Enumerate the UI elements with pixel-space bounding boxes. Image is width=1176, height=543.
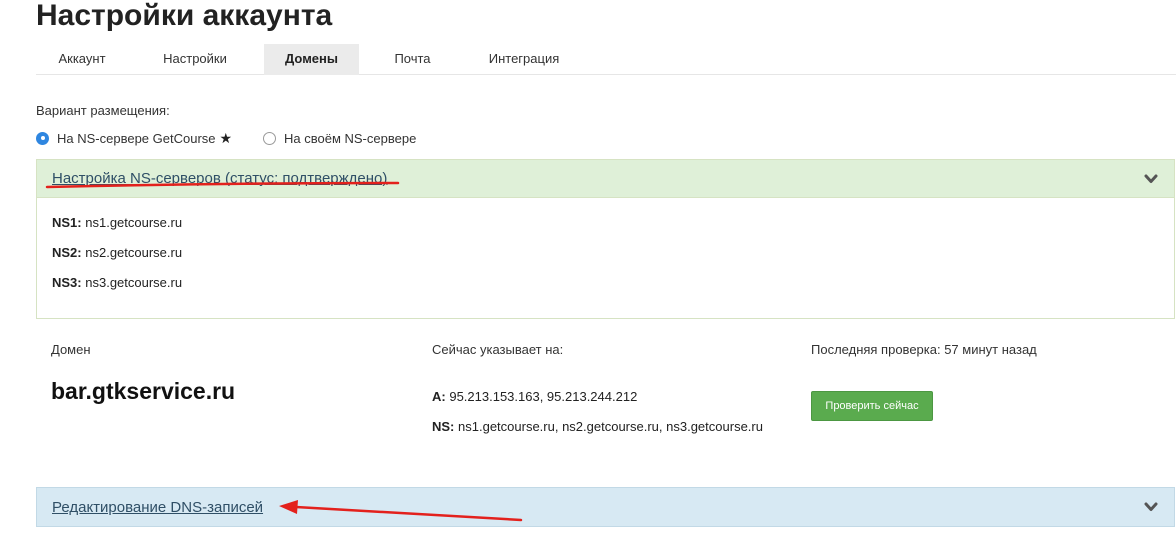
chevron-down-icon[interactable] bbox=[1144, 500, 1158, 514]
ns-row-1: NS1: ns1.getcourse.ru bbox=[52, 215, 182, 230]
ns-row-3: NS3: ns3.getcourse.ru bbox=[52, 275, 182, 290]
star-icon: ★ bbox=[219, 129, 233, 146]
ns-record: NS: ns1.getcourse.ru, ns2.getcourse.ru, … bbox=[432, 419, 763, 434]
ns2-value: ns2.getcourse.ru bbox=[85, 245, 183, 260]
radio-own-ns[interactable]: На своём NS-сервере bbox=[263, 129, 416, 147]
ns3-value: ns3.getcourse.ru bbox=[85, 275, 183, 290]
dns-records-panel-header[interactable]: Редактирование DNS-записей bbox=[36, 487, 1175, 527]
radio-label-own-ns: На своём NS-сервере bbox=[284, 130, 417, 146]
ns-record-key: NS: bbox=[432, 419, 455, 434]
tab-bar: Аккаунт Настройки Домены Почта Интеграци… bbox=[36, 44, 1176, 75]
ns1-key: NS1: bbox=[52, 215, 82, 230]
placement-label: Вариант размещения: bbox=[36, 103, 170, 118]
ns3-key: NS3: bbox=[52, 275, 82, 290]
ns-row-2: NS2: ns2.getcourse.ru bbox=[52, 245, 182, 260]
radio-button-checked[interactable] bbox=[36, 131, 49, 145]
radio-getcourse-ns[interactable]: На NS-сервере GetCourse ★ bbox=[36, 129, 232, 147]
domain-column-label: Домен bbox=[51, 342, 91, 357]
tab-settings[interactable]: Настройки bbox=[146, 44, 244, 75]
ns-settings-panel: Настройка NS-серверов (статус: подтвержд… bbox=[36, 159, 1175, 319]
tab-mail[interactable]: Почта bbox=[375, 44, 450, 75]
ns2-key: NS2: bbox=[52, 245, 82, 260]
tab-integration[interactable]: Интеграция bbox=[476, 44, 572, 75]
ns-settings-panel-title[interactable]: Настройка NS-серверов (статус: подтвержд… bbox=[52, 170, 387, 187]
ns-settings-panel-header[interactable]: Настройка NS-серверов (статус: подтвержд… bbox=[37, 160, 1174, 198]
a-record-key: A: bbox=[432, 389, 446, 404]
radio-label-getcourse-ns: На NS-сервере GetCourse bbox=[57, 130, 216, 146]
domain-name: bar.gtkservice.ru bbox=[51, 378, 236, 404]
a-record-value: 95.213.153.163, 95.213.244.212 bbox=[449, 389, 638, 404]
ns1-value: ns1.getcourse.ru bbox=[85, 215, 183, 230]
tab-domains[interactable]: Домены bbox=[264, 44, 359, 75]
ns-record-value: ns1.getcourse.ru, ns2.getcourse.ru, ns3.… bbox=[458, 419, 763, 434]
check-now-button[interactable]: Проверить сейчас bbox=[811, 391, 933, 421]
page-title: Настройки аккаунта bbox=[36, 0, 333, 32]
a-record: A: 95.213.153.163, 95.213.244.212 bbox=[432, 389, 637, 404]
radio-button-unchecked[interactable] bbox=[263, 131, 276, 145]
tab-account[interactable]: Аккаунт bbox=[36, 44, 128, 75]
points-to-column-label: Сейчас указывает на: bbox=[432, 342, 564, 357]
last-check-label: Последняя проверка: 57 минут назад bbox=[811, 342, 1037, 357]
chevron-down-icon[interactable] bbox=[1144, 172, 1158, 186]
dns-records-panel-title[interactable]: Редактирование DNS-записей bbox=[52, 499, 263, 516]
